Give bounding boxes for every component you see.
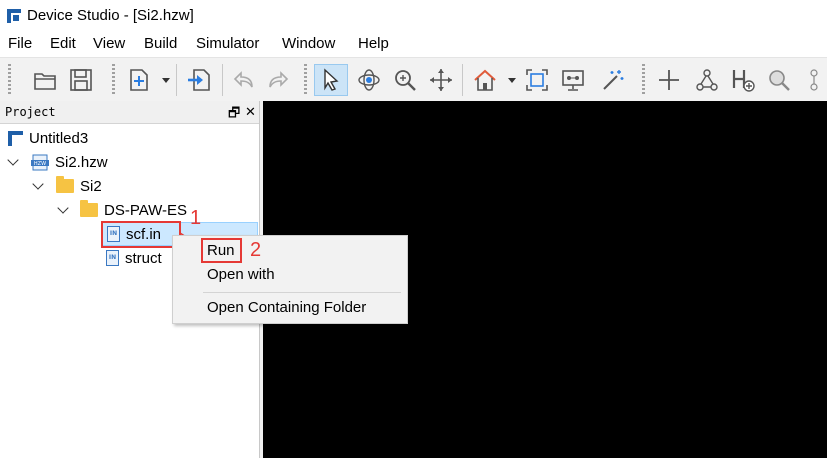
search-atom-icon[interactable] <box>762 64 796 96</box>
menu-item-open-with[interactable]: Open with <box>207 266 275 283</box>
menu-help[interactable]: Help <box>358 35 389 52</box>
toolbar-grip[interactable] <box>112 64 115 96</box>
home-dropdown-arrow[interactable] <box>508 78 516 83</box>
folder-icon <box>80 200 98 217</box>
menu-view[interactable]: View <box>93 35 125 52</box>
project-panel-title: Project <box>5 105 56 119</box>
atom-label-icon[interactable] <box>796 64 827 96</box>
add-hydrogen-icon[interactable] <box>726 64 760 96</box>
project-icon <box>8 130 23 146</box>
annotation-step-2: 2 <box>250 239 262 261</box>
menu-bar: File Edit View Build Simulator Window He… <box>0 32 827 56</box>
input-file-icon: IN <box>106 250 119 266</box>
expand-arrow-icon[interactable] <box>7 154 19 166</box>
tree-node-hzw-file[interactable]: HZW Si2.hzw <box>7 151 248 173</box>
menu-separator <box>203 292 401 293</box>
expand-arrow-icon[interactable] <box>57 202 69 214</box>
window-title: Device Studio - [Si2.hzw] <box>27 7 194 24</box>
undo-icon[interactable] <box>226 64 260 96</box>
toolbar-grip[interactable] <box>8 64 11 96</box>
hzw-file-icon: HZW <box>31 154 49 171</box>
annotation-box-1 <box>101 221 181 248</box>
redo-icon[interactable] <box>262 64 296 96</box>
tree-node-folder-si2[interactable]: Si2 <box>32 175 248 197</box>
menu-item-open-containing-folder[interactable]: Open Containing Folder <box>207 299 366 316</box>
tree-node-label: Si2 <box>80 177 102 195</box>
toolbar-grip[interactable] <box>304 64 307 96</box>
fit-view-icon[interactable] <box>520 64 554 96</box>
hzw-icon-text: HZW <box>34 161 46 167</box>
tree-node-structure-as[interactable]: IN struct <box>102 247 172 269</box>
zoom-icon[interactable] <box>388 64 422 96</box>
toolbar-grip[interactable] <box>642 64 645 96</box>
tree-node-label: Untitled3 <box>29 129 89 147</box>
menu-file[interactable]: File <box>8 35 32 52</box>
rotate-icon[interactable] <box>352 64 386 96</box>
toolbar-separator <box>462 64 463 96</box>
add-atom-icon[interactable] <box>652 64 686 96</box>
expand-arrow-icon[interactable] <box>32 178 44 190</box>
folder-icon <box>56 176 74 193</box>
tree-node-label: Si2.hzw <box>55 153 108 171</box>
open-folder-icon[interactable] <box>28 64 62 96</box>
project-panel-header: Project 🗗 ✕ <box>0 101 262 124</box>
new-file-dropdown-arrow[interactable] <box>162 78 170 83</box>
close-panel-icon[interactable]: ✕ <box>245 104 256 120</box>
title-bar: Device Studio - [Si2.hzw] <box>0 0 827 32</box>
menu-simulator[interactable]: Simulator <box>196 35 259 52</box>
magic-wand-icon[interactable] <box>596 64 630 96</box>
move-icon[interactable] <box>424 64 458 96</box>
network-view-icon[interactable] <box>556 64 590 96</box>
save-icon[interactable] <box>64 64 98 96</box>
menu-edit[interactable]: Edit <box>50 35 76 52</box>
app-logo-icon <box>7 9 21 23</box>
annotation-box-2 <box>201 238 242 263</box>
main-toolbar <box>0 57 827 102</box>
tree-node-project[interactable]: Untitled3 <box>8 127 248 149</box>
toolbar-separator <box>222 64 223 96</box>
new-file-icon[interactable] <box>122 64 156 96</box>
menu-window[interactable]: Window <box>282 35 335 52</box>
tree-node-label: struct <box>125 249 162 267</box>
menu-build[interactable]: Build <box>144 35 177 52</box>
float-panel-icon[interactable]: 🗗 <box>228 104 240 126</box>
tree-node-folder-ds-paw-es[interactable]: DS-PAW-ES <box>56 199 248 221</box>
select-pointer-icon[interactable] <box>314 64 348 96</box>
annotation-step-1: 1 <box>190 207 202 229</box>
tree-node-label: DS-PAW-ES <box>104 201 188 219</box>
home-icon[interactable] <box>468 64 502 96</box>
import-icon[interactable] <box>182 64 216 96</box>
toolbar-separator <box>176 64 177 96</box>
molecule-icon[interactable] <box>690 64 724 96</box>
